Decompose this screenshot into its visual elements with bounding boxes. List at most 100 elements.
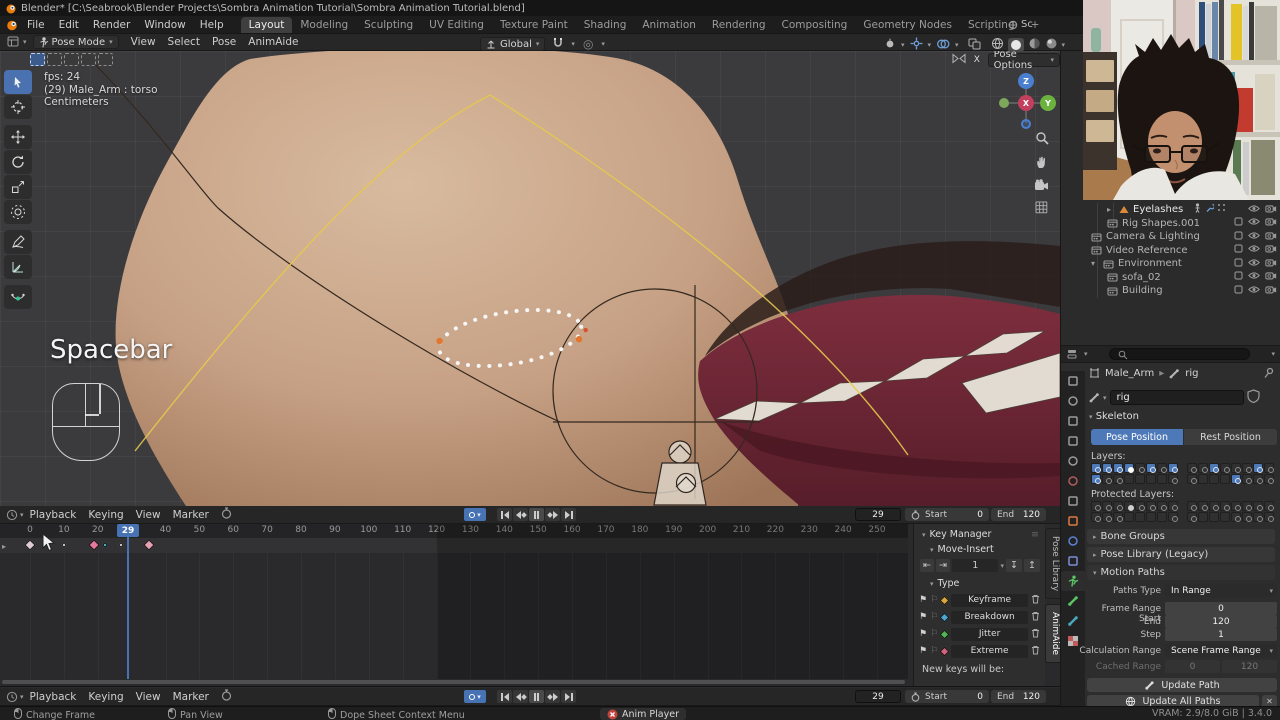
tool-pose-breakdowner[interactable] — [4, 285, 32, 309]
flag-icon[interactable]: ⚑ — [919, 646, 927, 656]
current-frame-field-2[interactable]: 29 — [855, 690, 901, 703]
layer-toggle[interactable] — [1242, 474, 1252, 484]
flag-outline-icon[interactable]: ⚐ — [930, 646, 938, 656]
workspace-tab-uv-editing[interactable]: UV Editing — [421, 17, 492, 33]
jump-to-end-button[interactable] — [561, 508, 576, 521]
jump-left-button[interactable]: ⇤ — [920, 559, 934, 572]
viewport-3d[interactable]: fps: 24(29) Male_Arm : torsoCentimeters … — [0, 51, 1060, 506]
tool-rotate[interactable] — [4, 150, 32, 174]
outliner-search-input[interactable] — [1109, 348, 1250, 360]
next-keyframe-button[interactable] — [545, 690, 560, 703]
layer-toggle[interactable] — [1198, 463, 1208, 473]
pan-hand-icon[interactable] — [1035, 155, 1049, 172]
trash-icon[interactable] — [1031, 645, 1040, 658]
flag-outline-icon[interactable]: ⚐ — [930, 629, 938, 639]
visibility-eye-icon[interactable] — [1248, 244, 1260, 256]
flag-icon[interactable]: ⚑ — [919, 629, 927, 639]
tool-transform[interactable] — [4, 200, 32, 224]
breadcrumb-object[interactable]: Male_Arm — [1105, 368, 1154, 379]
tool-move[interactable] — [4, 125, 32, 149]
prev-keyframe-button[interactable] — [513, 690, 528, 703]
header-menu-animaide[interactable]: AnimAide — [242, 36, 304, 48]
copy-up-icon[interactable]: ↥ — [1024, 559, 1040, 572]
layer-toggle[interactable] — [1157, 463, 1167, 473]
ortho-grid-icon[interactable] — [1035, 201, 1048, 217]
timeline-grid[interactable] — [0, 553, 908, 679]
camera-view-icon[interactable] — [1034, 179, 1049, 194]
layer-toggle[interactable] — [1168, 474, 1178, 484]
layer-toggle[interactable] — [1146, 512, 1156, 522]
proportional-edit-icon[interactable]: ◎ — [583, 37, 593, 51]
layer-toggle[interactable] — [1187, 474, 1197, 484]
layer-toggle[interactable] — [1242, 463, 1252, 473]
flag-icon[interactable]: ⚑ — [919, 612, 927, 622]
layer-toggle[interactable] — [1220, 463, 1230, 473]
selectability-checkbox-icon[interactable] — [1234, 244, 1243, 256]
breadcrumb-data[interactable]: rig — [1185, 368, 1198, 379]
frame-range-start-field[interactable]: 0 — [1165, 602, 1277, 615]
render-camera-icon[interactable] — [1265, 204, 1277, 216]
next-keyframe-button[interactable] — [545, 508, 560, 521]
armature-datablock-icon[interactable] — [1089, 392, 1100, 403]
gizmos-chevron-icon[interactable]: ▾ — [928, 41, 932, 49]
layer-toggle[interactable] — [1198, 474, 1208, 484]
auto-keying-button[interactable]: ▾ — [464, 690, 486, 703]
frame-start-field[interactable]: Start 0 — [905, 508, 989, 521]
layer-toggle[interactable] — [1231, 512, 1241, 522]
layer-toggle[interactable] — [1124, 512, 1134, 522]
layer-toggle[interactable] — [1091, 512, 1101, 522]
shading-chevron-icon[interactable]: ▾ — [1062, 41, 1066, 49]
layer-toggle[interactable] — [1124, 463, 1134, 473]
outliner-options-chevron-icon[interactable]: ▾ — [1271, 350, 1275, 358]
km-chevron-icon[interactable]: ▾ — [922, 531, 926, 539]
layer-toggle[interactable] — [1157, 474, 1167, 484]
step-field[interactable]: 1 — [1165, 628, 1277, 641]
properties-tab-collection-icon[interactable] — [1061, 491, 1085, 511]
flag-outline-icon[interactable]: ⚐ — [930, 612, 938, 622]
pin-icon[interactable] — [1263, 367, 1275, 382]
layer-toggle[interactable] — [1209, 501, 1219, 511]
gizmo-y-axis[interactable]: Y — [1040, 95, 1056, 111]
timeline-editor-icon[interactable] — [6, 509, 18, 521]
layer-toggle[interactable] — [1253, 512, 1263, 522]
layer-toggle[interactable] — [1264, 474, 1274, 484]
menu-file[interactable]: File — [20, 19, 52, 31]
timeline-menu-playback[interactable]: Playback — [24, 691, 83, 703]
layer-toggle[interactable] — [1168, 463, 1178, 473]
playhead-line[interactable] — [127, 524, 129, 679]
layer-toggle[interactable] — [1091, 501, 1101, 511]
layer-toggle[interactable] — [1187, 463, 1197, 473]
visibility-eye-icon[interactable] — [1248, 258, 1260, 270]
properties-tab-tool-icon[interactable] — [1061, 371, 1085, 391]
selectability-checkbox-icon[interactable] — [1234, 258, 1243, 270]
layer-toggle[interactable] — [1253, 463, 1263, 473]
timeline-scrollbar[interactable] — [2, 680, 905, 684]
filter-chevron-icon[interactable]: ▾ — [1084, 350, 1088, 358]
timeline-menu-marker[interactable]: Marker — [167, 691, 215, 703]
timeline-menu-keying[interactable]: Keying — [82, 691, 129, 703]
copy-down-icon[interactable]: ↧ — [1006, 559, 1022, 572]
header-menu-pose[interactable]: Pose — [206, 36, 242, 48]
blender-menu-icon[interactable] — [6, 19, 18, 31]
pause-button[interactable] — [529, 690, 544, 703]
visibility-chevron-icon[interactable]: ▾ — [901, 41, 905, 49]
collapse-icon[interactable]: ▾ — [1091, 259, 1099, 268]
layer-toggle[interactable] — [1157, 512, 1167, 522]
select-mode-subtract-icon[interactable] — [64, 53, 79, 66]
snap-chevron-icon[interactable]: ▾ — [571, 40, 575, 48]
mode-dropdown[interactable]: Pose Mode ▾ — [33, 35, 119, 49]
layer-toggle[interactable] — [1124, 501, 1134, 511]
sidebar-tab-pose-library[interactable]: Pose Library — [1045, 528, 1060, 599]
jump-to-start-button[interactable] — [497, 508, 512, 521]
layer-toggle[interactable] — [1146, 501, 1156, 511]
properties-tab-constraints-icon[interactable] — [1061, 551, 1085, 571]
fake-user-shield-icon[interactable] — [1247, 389, 1260, 406]
layer-toggle[interactable] — [1264, 512, 1274, 522]
layer-toggle[interactable] — [1264, 463, 1274, 473]
render-camera-icon[interactable] — [1265, 285, 1277, 297]
workspace-tab-geometry-nodes[interactable]: Geometry Nodes — [855, 17, 960, 33]
playhead-badge[interactable]: 29 — [117, 524, 139, 537]
properties-tab-world-icon[interactable] — [1061, 471, 1085, 491]
outliner-row-rig-shapes-001[interactable]: Rig Shapes.001 — [1061, 217, 1280, 231]
visibility-eye-icon[interactable] — [1248, 285, 1260, 297]
